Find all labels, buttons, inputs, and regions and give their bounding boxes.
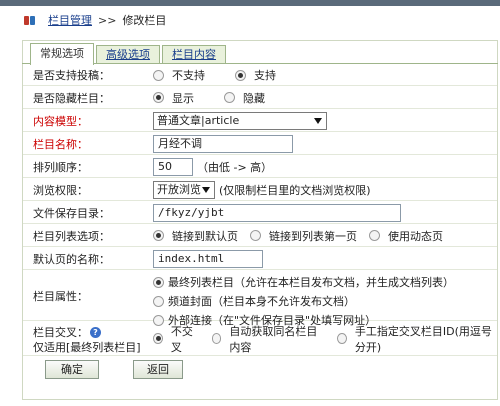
row-hidden: 是否隐藏栏目： 显示 隐藏 (23, 87, 497, 109)
radio-no-cross-label: 不交叉 (170, 324, 193, 354)
radio-show[interactable] (153, 92, 164, 103)
order-hint: （由低 -> 高） (197, 160, 273, 174)
row-order: 排列顺序： 50 （由低 -> 高） (23, 156, 497, 178)
hidden-label: 是否隐藏栏目： (33, 91, 110, 105)
hidden-options: 显示 隐藏 (153, 90, 265, 106)
chevron-down-icon (314, 117, 322, 124)
permission-hint: (仅限制栏目里的文档浏览权限) (219, 183, 371, 197)
submission-options: 不支持 支持 (153, 67, 276, 83)
cross-label-wrap: 栏目交叉： ? (33, 324, 101, 340)
name-label: 栏目名称： (33, 137, 88, 151)
radio-dynamic-page[interactable] (369, 230, 380, 241)
radio-auto-cross[interactable] (211, 333, 222, 344)
radio-channel-cover-label: 频道封面（栏目本身不允许发布文档） (168, 295, 355, 308)
radio-default-page-label: 链接到默认页 (172, 229, 238, 243)
attr-option-channel: 频道封面（栏目本身不允许发布文档） (153, 293, 355, 309)
radio-list-first-page-label: 链接到列表第一页 (269, 229, 357, 243)
model-label: 内容模型： (33, 114, 88, 128)
back-button[interactable]: 返回 (133, 360, 183, 379)
listopt-options: 链接到默认页 链接到列表第一页 使用动态页 (153, 228, 443, 244)
book-icon (24, 15, 36, 26)
radio-final-list-label: 最终列表栏目（允许在本栏目发布文档，并生成文档列表） (168, 276, 454, 289)
radio-hide[interactable] (224, 92, 235, 103)
button-bar: 确定 返回 (23, 357, 497, 383)
permission-label: 浏览权限： (33, 183, 88, 197)
breadcrumb-current: 修改栏目 (122, 14, 167, 27)
row-permission: 浏览权限： 开放浏览 (仅限制栏目里的文档浏览权限) (23, 179, 497, 201)
ok-button[interactable]: 确定 (45, 360, 99, 379)
savedir-label: 文件保存目录： (33, 206, 110, 220)
listopt-label: 栏目列表选项： (33, 229, 110, 243)
radio-show-label: 显示 (172, 91, 194, 105)
model-value: 普通文章|article (153, 111, 327, 130)
radio-default-page[interactable] (153, 230, 164, 241)
radio-list-first-page[interactable] (250, 230, 261, 241)
order-input[interactable]: 50 (153, 157, 193, 176)
row-cross: 栏目交叉： ? 仅适用[最终列表栏目] 不交叉 自动获取同名栏目内容 手工指定交… (23, 322, 497, 356)
attr-option-final: 最终列表栏目（允许在本栏目发布文档，并生成文档列表） (153, 274, 454, 290)
help-icon[interactable]: ? (90, 326, 101, 338)
radio-dynamic-page-label: 使用动态页 (388, 229, 443, 243)
breadcrumb-separator: >> (98, 13, 117, 27)
attr-label: 栏目属性： (33, 289, 88, 303)
breadcrumb: 栏目管理 >> 修改栏目 (24, 12, 166, 28)
radio-channel-cover[interactable] (153, 295, 164, 307)
tab-advanced[interactable]: 高级选项 (96, 45, 160, 64)
breadcrumb-link-category-manage[interactable]: 栏目管理 (48, 12, 92, 28)
tab-general[interactable]: 常规选项 (30, 43, 94, 65)
order-value: 50 （由低 -> 高） (153, 157, 273, 176)
radio-manual-cross-label: 手工指定交叉栏目ID(用逗号分开) (354, 324, 492, 354)
row-name: 栏目名称： 月经不调 (23, 133, 497, 155)
savedir-input[interactable]: /fkyz/yjbt (153, 203, 401, 222)
cross-options: 不交叉 自动获取同名栏目内容 手工指定交叉栏目ID(用逗号分开) (153, 323, 497, 355)
row-model: 内容模型： 普通文章|article (23, 110, 497, 132)
defaultpage-label: 默认页的名称： (33, 252, 110, 266)
permission-select[interactable]: 开放浏览 (153, 180, 215, 199)
tab-bar: 常规选项 高级选项 栏目内容 (22, 41, 226, 65)
radio-support-label: 支持 (254, 69, 276, 82)
row-attr: 栏目属性： 最终列表栏目（允许在本栏目发布文档，并生成文档列表） 频道封面（栏目… (23, 271, 497, 327)
cross-label: 栏目交叉： (33, 326, 88, 339)
model-select[interactable]: 普通文章|article (153, 111, 327, 130)
permission-value: 开放浏览 (仅限制栏目里的文档浏览权限) (153, 180, 371, 199)
model-select-value: 普通文章|article (157, 113, 240, 127)
row-savedir: 文件保存目录： /fkyz/yjbt (23, 202, 497, 224)
order-label: 排列顺序： (33, 160, 88, 174)
radio-manual-cross[interactable] (337, 333, 347, 344)
chevron-down-icon (202, 186, 210, 193)
submission-label: 是否支持投稿： (33, 69, 110, 82)
radio-auto-cross-label: 自动获取同名栏目内容 (229, 324, 318, 354)
radio-support[interactable] (235, 69, 246, 81)
attr-options: 最终列表栏目（允许在本栏目发布文档，并生成文档列表） 频道封面（栏目本身不允许发… (153, 274, 454, 328)
tab-content[interactable]: 栏目内容 (162, 45, 226, 64)
top-bar (0, 0, 500, 6)
radio-not-support[interactable] (153, 69, 164, 81)
name-value: 月经不调 (153, 134, 293, 153)
permission-select-value: 开放浏览 (157, 182, 201, 196)
row-listopt: 栏目列表选项： 链接到默认页 链接到列表第一页 使用动态页 (23, 225, 497, 247)
radio-no-cross[interactable] (153, 333, 163, 344)
radio-hide-label: 隐藏 (243, 91, 265, 105)
defaultpage-value: index.html (153, 249, 263, 268)
cross-sublabel: 仅适用[最终列表栏目] (33, 341, 141, 354)
row-defaultpage: 默认页的名称： index.html (23, 248, 497, 270)
name-input[interactable]: 月经不调 (153, 134, 293, 153)
row-submission: 是否支持投稿： 不支持 支持 (23, 65, 497, 86)
radio-not-support-label: 不支持 (172, 69, 205, 82)
defaultpage-input[interactable]: index.html (153, 249, 263, 268)
savedir-value: /fkyz/yjbt (153, 203, 401, 222)
radio-final-list[interactable] (153, 276, 164, 288)
